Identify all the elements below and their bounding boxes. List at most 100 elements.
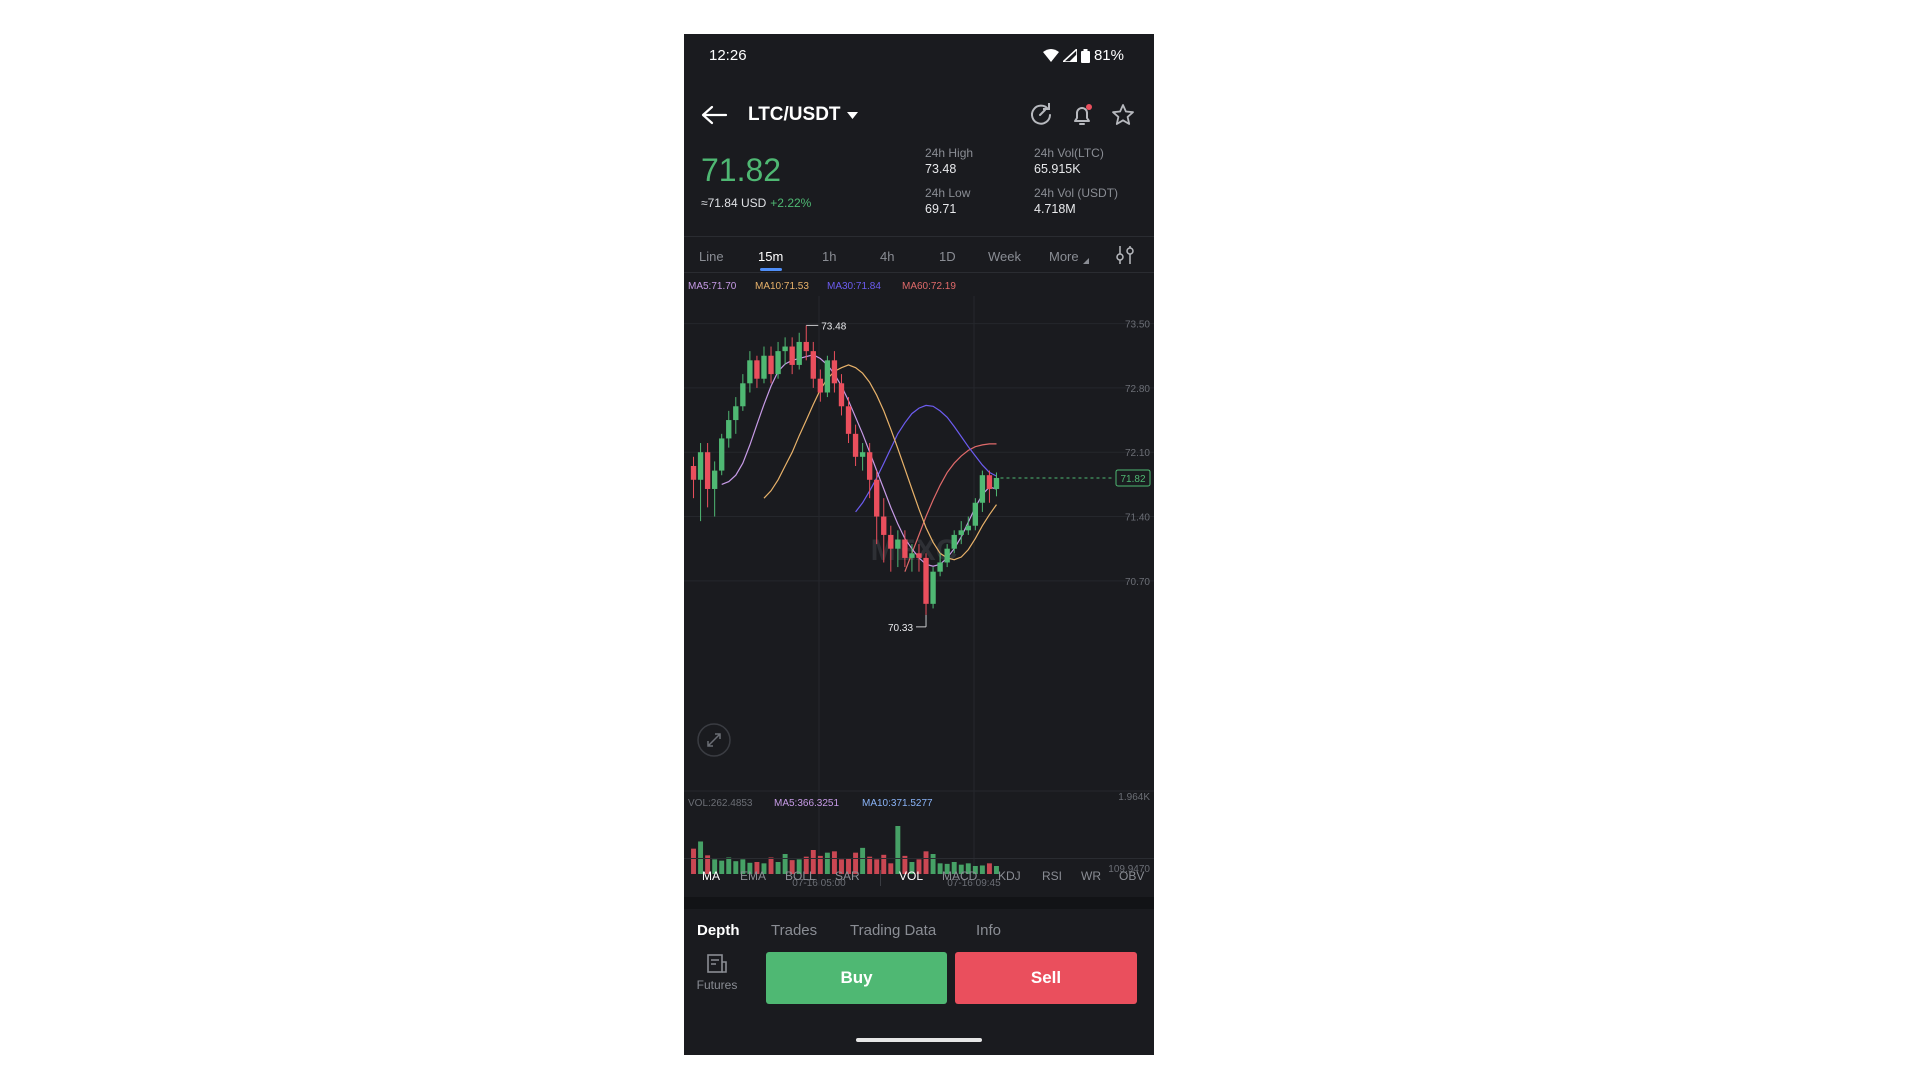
candle — [803, 341, 809, 352]
vol-ltc-label: 24h Vol(LTC) — [1034, 146, 1104, 160]
tf-1h[interactable]: 1h — [822, 249, 836, 264]
tf-more[interactable]: More — [1049, 249, 1079, 264]
candle — [845, 406, 852, 434]
candle — [768, 355, 774, 375]
expand-icon[interactable] — [697, 723, 731, 757]
usd-price: ≈71.84 USD +2.22% — [701, 196, 811, 210]
high-value: 73.48 — [925, 162, 957, 176]
low-value: 69.71 — [925, 202, 957, 216]
ma60-legend: MA60:72.19 — [902, 281, 956, 292]
bell-icon[interactable] — [1069, 102, 1095, 128]
candle — [937, 562, 943, 572]
home-indicator[interactable] — [856, 1038, 982, 1042]
caret-down-icon[interactable] — [847, 112, 858, 119]
candle — [733, 406, 739, 421]
battery-icon — [1080, 48, 1090, 63]
extreme-markers: 73.48 70.33 71.82 — [806, 321, 1151, 634]
candle — [965, 525, 971, 531]
phone-screen: 12:26 81% LTC/USDT 71.82 ≈71.84 USD +2.22… — [684, 34, 1154, 1055]
futures-button[interactable]: Futures — [694, 952, 740, 992]
candle — [747, 360, 753, 384]
tf-15m[interactable]: 15m — [758, 249, 783, 264]
candle — [986, 475, 993, 489]
ind-wr[interactable]: WR — [1081, 869, 1101, 883]
candle — [888, 534, 894, 549]
candle — [859, 452, 866, 457]
battery-percent: 81% — [1093, 47, 1124, 64]
usd-value: ≈71.84 USD — [701, 196, 767, 210]
tf-line[interactable]: Line — [699, 249, 724, 264]
candle — [838, 383, 845, 407]
candle — [740, 383, 746, 407]
candle — [909, 553, 915, 558]
tab-depth[interactable]: Depth — [697, 922, 740, 939]
candle — [697, 452, 704, 480]
signal-icon — [1062, 49, 1077, 62]
status-bar: 12:26 81% — [684, 34, 1154, 74]
y-axis-labels: 73.50 72.80 72.10 71.40 70.70 — [1125, 320, 1150, 588]
ma30-legend: MA30:71.84 — [827, 281, 881, 292]
tf-4h[interactable]: 4h — [880, 249, 894, 264]
candle — [761, 355, 767, 379]
buy-button[interactable]: Buy — [766, 952, 947, 1004]
ind-ma[interactable]: MA — [702, 869, 720, 883]
tab-trading-data[interactable]: Trading Data — [850, 922, 936, 939]
candle — [902, 539, 908, 558]
y-tick-label: 73.50 — [1125, 320, 1150, 331]
tf-1d[interactable]: 1D — [939, 249, 956, 264]
status-time: 12:26 — [709, 47, 747, 64]
tf-active-underline — [760, 268, 782, 271]
candle — [704, 452, 711, 489]
tab-trades[interactable]: Trades — [771, 922, 817, 939]
candles — [690, 325, 1000, 615]
candle — [895, 539, 901, 549]
candle — [944, 548, 950, 563]
candlestick-chart[interactable]: MEXC 73.5072.8072.1071.4070.70 73.4870.3… — [684, 296, 1154, 896]
high-marker-label: 73.48 — [821, 321, 846, 332]
vol-ltc-value: 65.915K — [1034, 162, 1081, 176]
candle — [796, 341, 802, 365]
candle — [726, 420, 732, 439]
more-corner-icon — [1083, 258, 1089, 264]
indicator-separator — [880, 870, 881, 886]
candle — [775, 351, 781, 375]
ma10-legend: MA10:71.53 — [755, 281, 809, 292]
vol-ma10-legend: MA10:371.5277 — [862, 798, 933, 809]
action-bar: Futures Buy Sell — [684, 944, 1154, 1024]
y-tick-label: 72.80 — [1125, 384, 1150, 395]
ind-kdj[interactable]: KDJ — [998, 869, 1021, 883]
price-change: +2.22% — [770, 196, 812, 210]
back-arrow-icon[interactable] — [700, 104, 728, 126]
y-tick-label: 70.70 — [1125, 577, 1150, 588]
star-icon[interactable] — [1110, 102, 1136, 128]
ind-ema[interactable]: EMA — [740, 869, 766, 883]
vol-ma5-legend: MA5:366.3251 — [774, 798, 839, 809]
tab-info[interactable]: Info — [976, 922, 1001, 939]
high-label: 24h High — [925, 146, 974, 160]
vol-usdt-label: 24h Vol (USDT) — [1034, 186, 1119, 200]
ind-rsi[interactable]: RSI — [1042, 869, 1062, 883]
pair-title[interactable]: LTC/USDT — [748, 104, 841, 126]
candle — [993, 477, 1000, 489]
sell-button[interactable]: Sell — [955, 952, 1137, 1004]
ind-sar[interactable]: SAR — [835, 869, 860, 883]
vol-usdt-value: 4.718M — [1034, 202, 1076, 216]
ind-obv[interactable]: OBV — [1119, 869, 1144, 883]
last-price: 71.82 — [701, 152, 782, 188]
candle — [951, 534, 957, 549]
wifi-icon — [1042, 49, 1059, 62]
vol-tick-label: 1.964K — [1118, 792, 1150, 803]
refresh-icon[interactable] — [1028, 102, 1054, 128]
ind-boll[interactable]: BOLL — [785, 869, 816, 883]
ind-macd[interactable]: MACD — [942, 869, 977, 883]
candle — [789, 346, 795, 365]
status-icons: 81% — [1042, 47, 1124, 64]
candle — [979, 475, 986, 503]
ind-vol[interactable]: VOL — [899, 869, 923, 883]
candle — [972, 502, 979, 526]
indicator-bar: MA EMA BOLL SAR VOL MACD KDJ RSI WR OBV — [684, 860, 1154, 892]
pair-header: LTC/USDT — [684, 92, 1154, 138]
candle — [916, 553, 922, 558]
chart-settings-icon[interactable] — [1114, 244, 1136, 266]
tf-week[interactable]: Week — [988, 249, 1021, 264]
